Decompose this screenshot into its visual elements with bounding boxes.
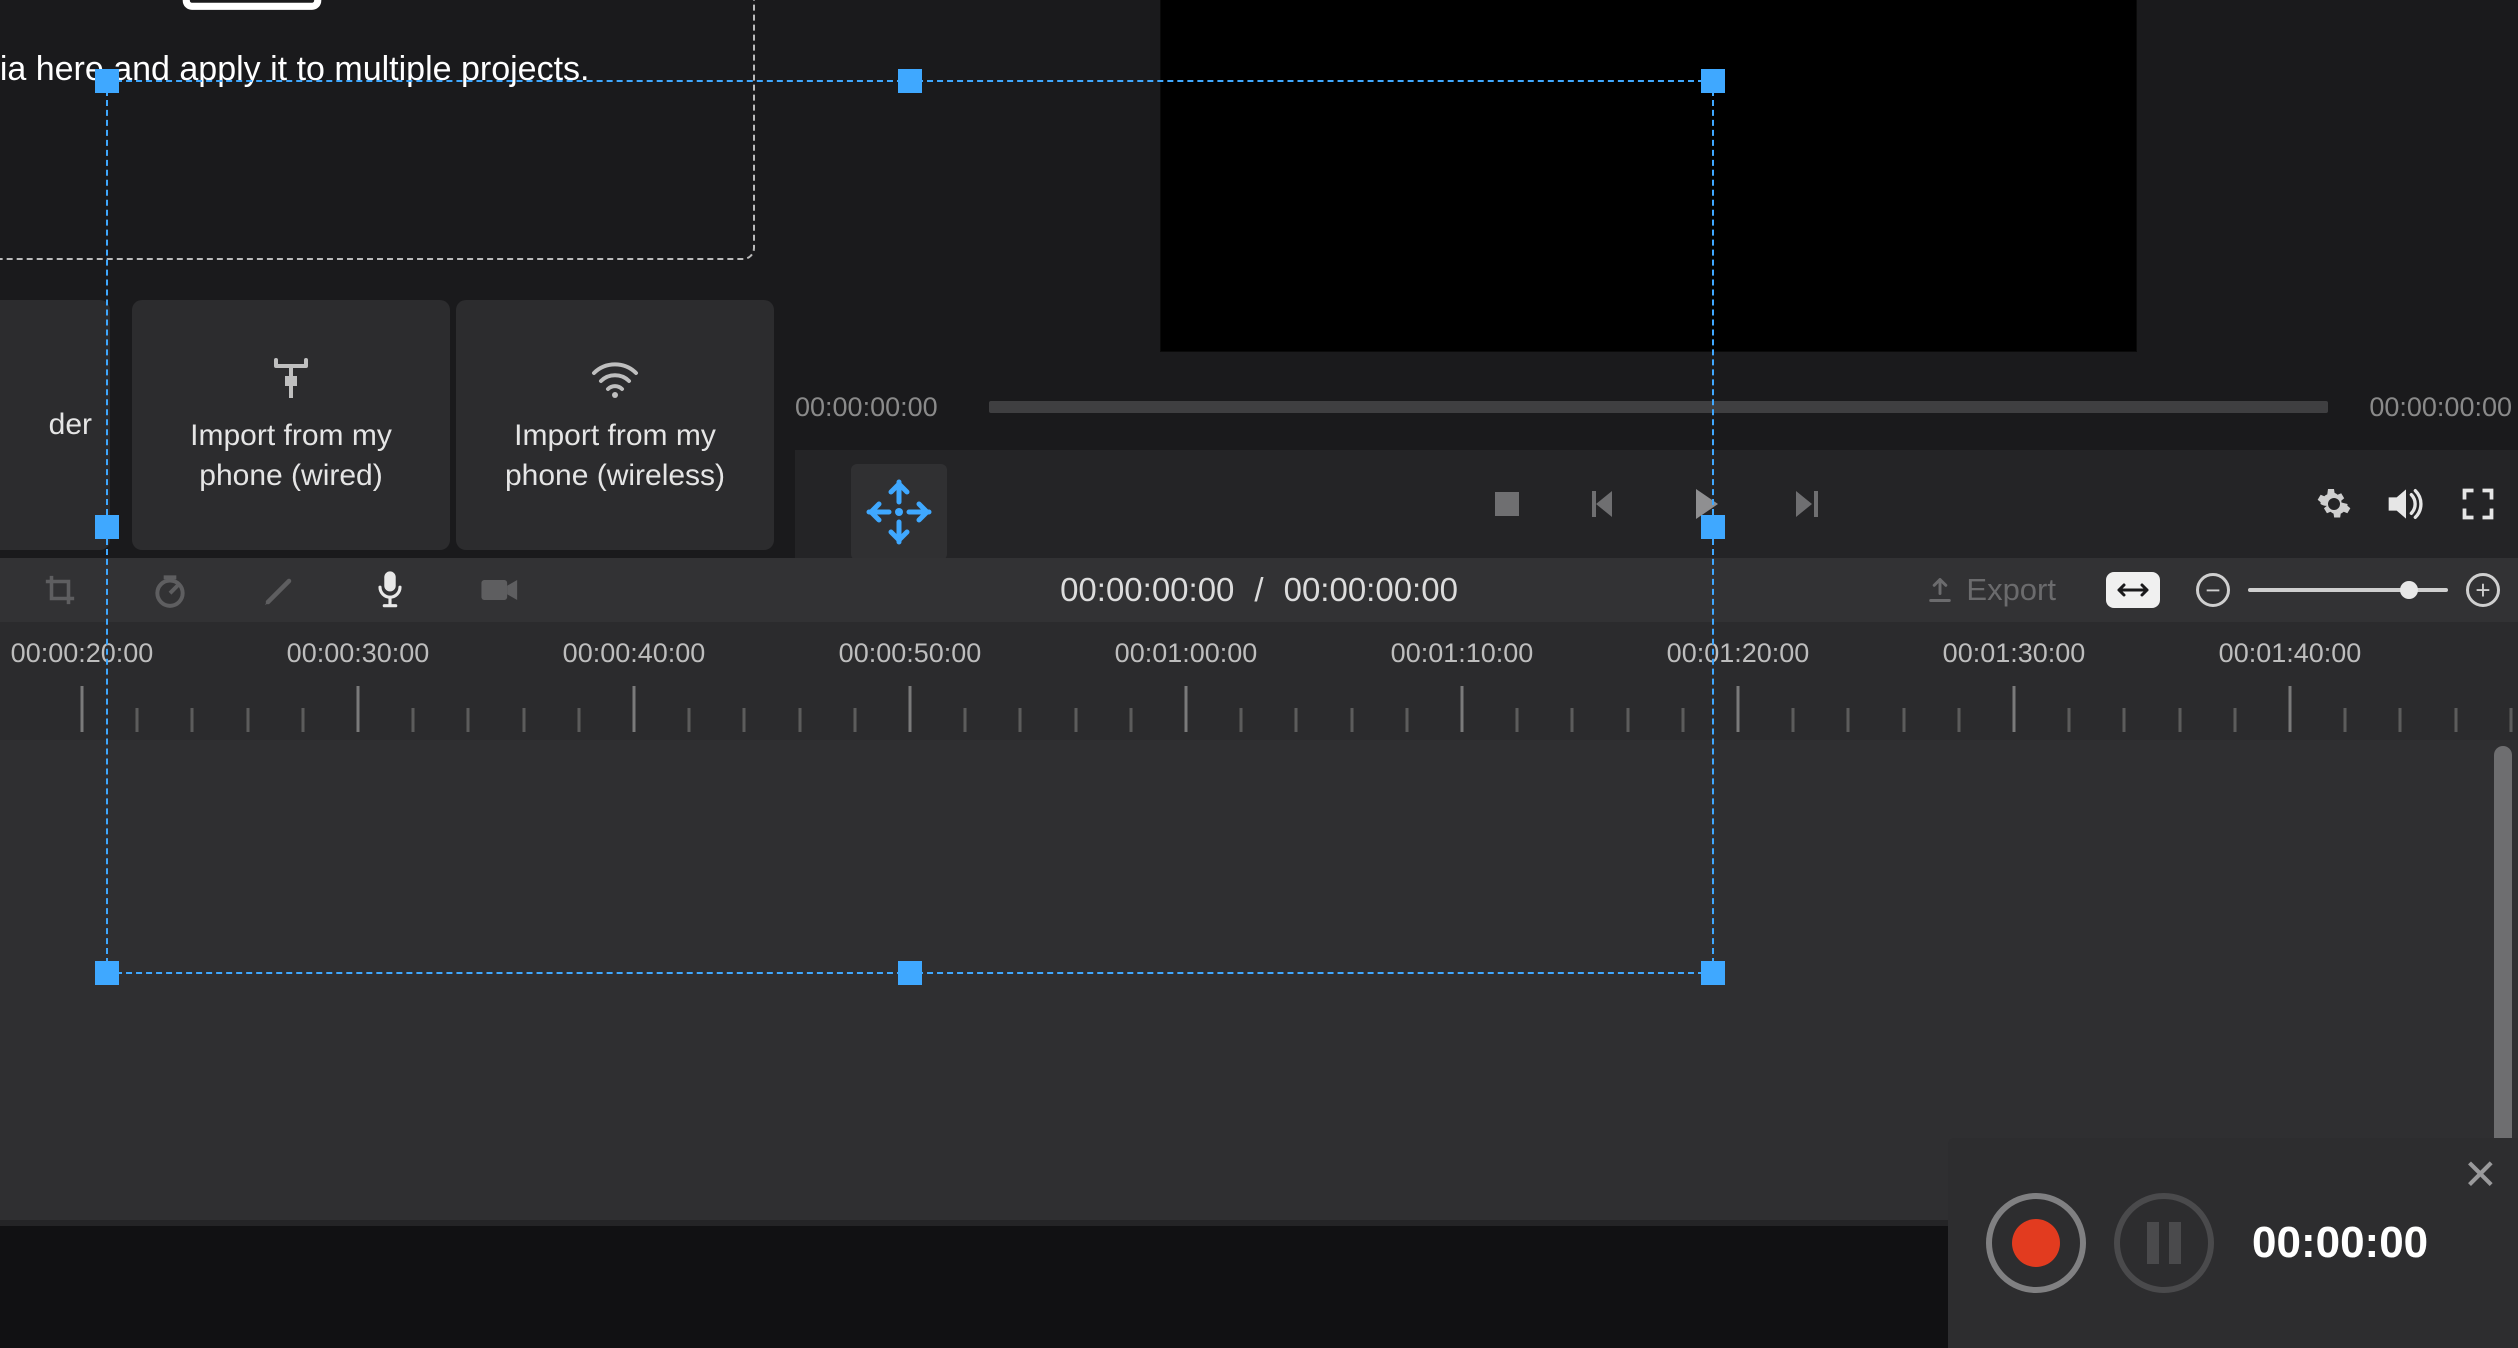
selection-handle-top-right[interactable] [1701,69,1725,93]
export-label: Export [1966,572,2056,608]
ruler-tick-minor [2123,708,2126,732]
screen-recorder-widget[interactable]: ✕ 00:00:00 [1948,1138,2518,1348]
selection-handle-bottom-mid[interactable] [898,961,922,985]
recorder-record-button[interactable] [1986,1193,2086,1293]
folder-down-icon [177,0,327,12]
zoom-control: − + [2196,573,2500,607]
ruler-tick-minor [2454,708,2457,732]
ruler-tick-minor [2344,708,2347,732]
capture-selection-box[interactable] [106,80,1714,974]
fit-width-button[interactable] [2106,572,2160,608]
ruler-tick-minor [2068,708,2071,732]
selection-handle-bottom-left[interactable] [95,961,119,985]
ruler-tick-minor [2178,708,2181,732]
fullscreen-button[interactable] [2456,482,2500,526]
ruler-tick-minor [2509,708,2512,732]
ruler-tick-minor [1957,708,1960,732]
recorder-elapsed-time: 00:00:00 [2252,1218,2428,1268]
ruler-tick-major [1737,686,1740,732]
import-card-truncated-label: der [49,408,92,442]
zoom-out-button[interactable]: − [2196,573,2230,607]
recorder-pause-button[interactable] [2114,1193,2214,1293]
pause-bar-icon [2169,1222,2181,1264]
pause-bar-icon [2147,1222,2159,1264]
ruler-tick-major [81,686,84,732]
selection-handle-mid-left[interactable] [95,515,119,539]
preview-progress-end: 00:00:00:00 [2352,392,2512,423]
ruler-tick-major [2289,686,2292,732]
zoom-slider-thumb[interactable] [2400,581,2418,599]
fit-width-icon [2115,580,2151,600]
import-card-truncated[interactable]: der [0,300,110,550]
selection-handle-mid-right[interactable] [1701,515,1725,539]
next-frame-button[interactable] [1785,482,1829,526]
zoom-in-button[interactable]: + [2466,573,2500,607]
ruler-tick-minor [1902,708,1905,732]
zoom-slider[interactable] [2248,588,2448,592]
export-button[interactable]: Export [1912,568,2070,612]
ruler-tick-minor [2233,708,2236,732]
record-dot-icon [2012,1219,2060,1267]
selection-handle-top-left[interactable] [95,69,119,93]
selection-handle-bottom-right[interactable] [1701,961,1725,985]
selection-handle-top-mid[interactable] [898,69,922,93]
ruler-label: 00:01:40:00 [2219,638,2362,669]
preview-settings-button[interactable] [2312,482,2356,526]
volume-button[interactable] [2384,482,2428,526]
ruler-tick-minor [1847,708,1850,732]
crop-tool-button[interactable] [40,570,80,610]
ruler-tick-minor [2399,708,2402,732]
ruler-tick-minor [1792,708,1795,732]
upload-icon [1926,576,1954,604]
recorder-close-button[interactable]: ✕ [2463,1154,2498,1196]
ruler-tick-major [2013,686,2016,732]
ruler-label: 00:01:30:00 [1943,638,2086,669]
